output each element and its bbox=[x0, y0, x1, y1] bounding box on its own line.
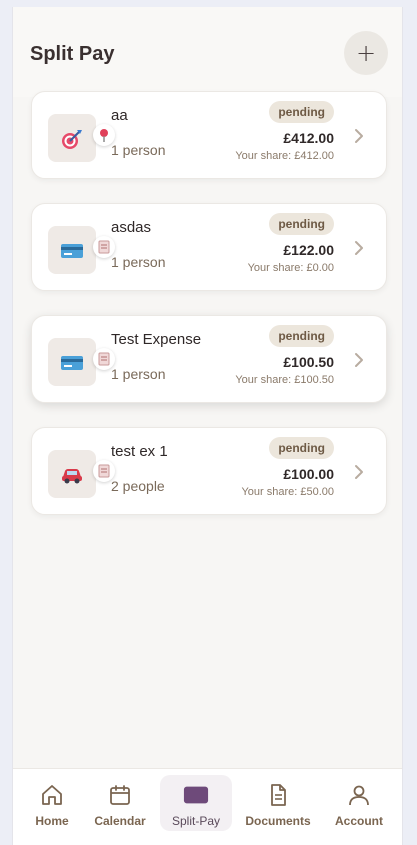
expense-amount: £122.00 bbox=[283, 242, 334, 258]
home-icon bbox=[39, 782, 65, 808]
calendar-icon bbox=[107, 782, 133, 808]
nav-item-calendar[interactable]: Calendar bbox=[84, 775, 156, 831]
nav-label: Home bbox=[35, 814, 69, 828]
document-icon bbox=[265, 782, 291, 808]
page-header: Split Pay + bbox=[13, 7, 402, 97]
dart-target-icon bbox=[62, 130, 82, 149]
nav-label: Documents bbox=[245, 814, 311, 828]
chevron-right-icon bbox=[355, 129, 363, 143]
chevron-right-icon bbox=[355, 465, 363, 479]
bottom-nav: Home Calendar Split-Pay Documents Accoun… bbox=[13, 768, 402, 845]
chevron-right-icon bbox=[355, 241, 363, 255]
credit-card-icon bbox=[61, 356, 83, 370]
nav-label: Split-Pay bbox=[171, 814, 221, 828]
expense-card[interactable]: aa 1 person pending £412.00 Your share: … bbox=[31, 91, 387, 179]
your-share: Your share: £50.00 bbox=[241, 486, 334, 498]
nav-item-split-pay[interactable]: Split-Pay bbox=[160, 775, 232, 831]
status-badge: pending bbox=[269, 101, 334, 123]
expense-people: 1 person bbox=[111, 254, 166, 270]
expense-amount: £412.00 bbox=[283, 130, 334, 146]
app-window: Split Pay + aa 1 person pending £412.00 … bbox=[12, 7, 403, 845]
expense-thumbnail bbox=[48, 226, 115, 274]
expense-card[interactable]: asdas 1 person pending £122.00 Your shar… bbox=[31, 203, 387, 291]
page-title: Split Pay bbox=[30, 43, 115, 65]
expense-card[interactable]: test ex 1 2 people pending £100.00 Your … bbox=[31, 427, 387, 515]
expense-thumbnail bbox=[48, 114, 115, 162]
status-badge: pending bbox=[269, 437, 334, 459]
expense-amount: £100.00 bbox=[283, 466, 334, 482]
nav-item-documents[interactable]: Documents bbox=[242, 775, 314, 831]
expense-people: 1 person bbox=[111, 366, 166, 382]
status-badge: pending bbox=[269, 213, 334, 235]
your-share: Your share: £0.00 bbox=[247, 262, 334, 274]
nav-item-account[interactable]: Account bbox=[323, 775, 395, 831]
status-badge: pending bbox=[269, 325, 334, 347]
expense-amount: £100.50 bbox=[283, 354, 334, 370]
credit-card-icon bbox=[61, 244, 83, 258]
your-share: Your share: £100.50 bbox=[235, 374, 334, 386]
expense-name: asdas bbox=[111, 219, 152, 236]
nav-label: Calendar bbox=[94, 814, 146, 828]
expense-thumbnail bbox=[48, 338, 115, 386]
nav-label: Account bbox=[335, 814, 383, 828]
chevron-right-icon bbox=[355, 353, 363, 367]
nav-item-home[interactable]: Home bbox=[16, 775, 88, 831]
expense-name: aa bbox=[111, 107, 128, 124]
expense-people: 1 person bbox=[111, 142, 166, 158]
expense-thumbnail bbox=[48, 450, 115, 498]
split-pay-icon bbox=[183, 782, 209, 808]
car-icon bbox=[62, 469, 82, 484]
expense-name: Test Expense bbox=[111, 331, 202, 348]
expense-card[interactable]: Test Expense 1 person pending £100.50 Yo… bbox=[31, 315, 387, 403]
expense-people: 2 people bbox=[111, 478, 165, 494]
your-share: Your share: £412.00 bbox=[235, 150, 334, 162]
account-icon bbox=[346, 782, 372, 808]
add-expense-button[interactable]: + bbox=[344, 31, 388, 75]
expense-name: test ex 1 bbox=[111, 443, 168, 460]
